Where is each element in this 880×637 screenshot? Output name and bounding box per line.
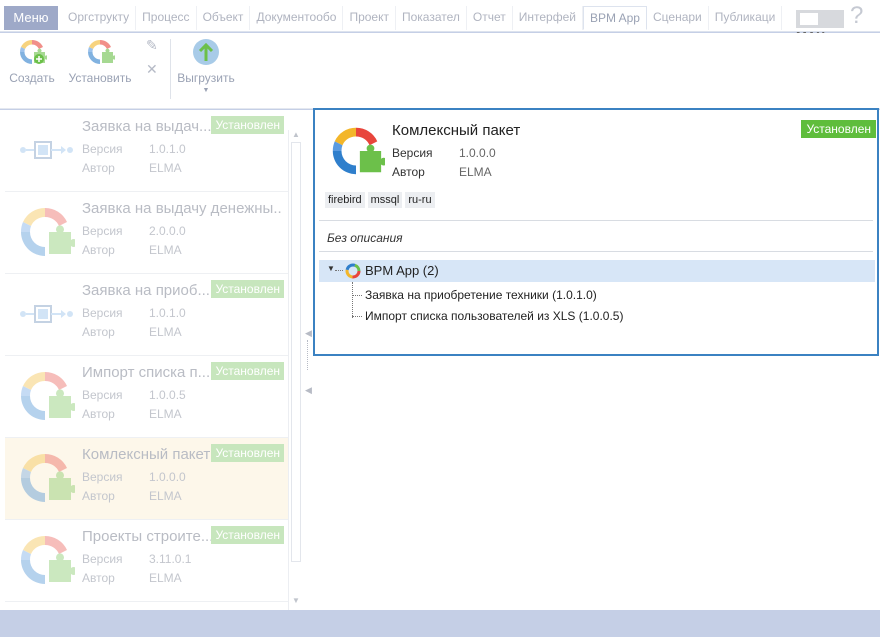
pane-splitter[interactable]: ◀ ◀	[303, 110, 312, 610]
list-item[interactable]: Импорт списка п... Установлен Версия 1.0.…	[5, 356, 288, 438]
divider	[319, 220, 873, 221]
create-package-icon	[19, 39, 47, 64]
install-package-icon	[87, 39, 115, 64]
list-item-selected[interactable]: Комлексный пакет Установлен Версия 1.0.0.…	[5, 438, 288, 520]
author-row: Автор ELMA	[82, 489, 182, 503]
status-badge: Установлен	[211, 526, 284, 544]
delete-x-icon[interactable]: ✕	[146, 61, 158, 78]
tag-list: firebird mssql ru-ru	[325, 192, 435, 208]
package-list: Заявка на выдач... Установлен Версия 1.0.…	[0, 110, 303, 610]
tab-documents[interactable]: Документообо	[250, 6, 344, 30]
tab-project[interactable]: Проект	[343, 6, 396, 30]
export-upload-icon	[193, 39, 219, 65]
package-detail-card: Комлексный пакет Установлен Версия 1.0.0.…	[313, 108, 879, 356]
tab-interface[interactable]: Интерфей	[513, 6, 583, 30]
author-row: Автор ELMA	[82, 243, 182, 257]
tree-connector	[352, 282, 353, 318]
collapse-left-icon[interactable]: ◀	[305, 385, 312, 396]
process-diagram-icon	[19, 141, 74, 159]
list-scrollbar[interactable]: ▲ ▼	[288, 130, 303, 610]
version-row: Версия 1.0.0.5	[82, 388, 186, 402]
bpm-package-icon	[20, 453, 75, 502]
tag: ru-ru	[405, 192, 435, 208]
tab-bpm-app[interactable]: BPM App	[582, 6, 647, 30]
bpm-package-icon	[20, 207, 75, 256]
scroll-thumb[interactable]	[291, 142, 301, 562]
author-row: Автор ELMA	[82, 407, 182, 421]
tree-child-label: Импорт списка пользователей из XLS (1.0.…	[365, 309, 624, 323]
version-row: Версия 1.0.0.0	[392, 146, 496, 160]
version-row: Версия 3.11.0.1	[82, 552, 192, 566]
status-badge: Установлен	[211, 444, 284, 462]
item-title: Заявка на выдачу денежны...	[82, 200, 282, 217]
list-item[interactable]: Заявка на выдач... Установлен Версия 1.0.…	[5, 110, 288, 192]
tab-object[interactable]: Объект	[197, 6, 251, 30]
scroll-up-icon[interactable]: ▲	[292, 130, 300, 139]
version-row: Версия 1.0.0.0	[82, 470, 186, 484]
tab-orgstructure[interactable]: Оргструкту	[62, 6, 137, 30]
bpm-package-icon	[20, 535, 75, 584]
list-item[interactable]: Заявка на выдачу денежны... Версия 2.0.0.…	[5, 192, 288, 274]
author-row: Автор ELMA	[392, 165, 492, 179]
bpm-app-icon	[345, 263, 361, 279]
list-item[interactable]: Заявка на приоб... Установлен Версия 1.0.…	[5, 274, 288, 356]
status-badge: Установлен	[211, 362, 284, 380]
section-tabs: Оргструкту Процесс Объект Документообо П…	[62, 6, 783, 30]
max-edition-badge: MAX	[796, 10, 844, 44]
version-row: Версия 1.0.1.0	[82, 142, 186, 156]
item-title: Импорт списка п...	[82, 364, 211, 381]
status-badge: Установлен	[211, 116, 284, 134]
toolbar-separator	[170, 39, 171, 99]
bpm-package-icon	[20, 371, 75, 420]
tree-root-node[interactable]: ▼ BPM App (2)	[319, 260, 875, 282]
collapse-left-icon[interactable]: ◀	[305, 328, 312, 339]
package-description: Без описания	[327, 231, 403, 245]
tag: mssql	[367, 192, 403, 208]
help-icon[interactable]: ?	[850, 2, 863, 30]
version-row: Версия 1.0.1.0	[82, 306, 186, 320]
create-button[interactable]: Создать	[8, 37, 56, 85]
tab-indicator[interactable]: Показател	[396, 6, 467, 30]
tree-child-label: Заявка на приобретение техники (1.0.1.0)	[365, 288, 597, 302]
author-row: Автор ELMA	[82, 571, 182, 585]
item-title: Комлексный пакет	[82, 446, 211, 463]
status-badge: Установлен	[801, 120, 876, 138]
menu-button[interactable]: Меню	[4, 6, 58, 30]
main-menu-bar: Меню Оргструкту Процесс Объект Документо…	[0, 0, 880, 44]
author-row: Автор ELMA	[82, 161, 182, 175]
export-dropdown-icon[interactable]: ▼	[176, 87, 236, 94]
item-title: Проекты строите...	[82, 528, 212, 545]
tree-root-label: BPM App (2)	[365, 263, 439, 278]
item-title: Заявка на приоб...	[82, 282, 210, 299]
status-bar	[0, 610, 880, 637]
install-button[interactable]: Установить	[66, 37, 134, 85]
tab-publications[interactable]: Публикаци	[709, 6, 783, 30]
edit-pencil-icon[interactable]: ✎	[146, 37, 158, 54]
bpm-package-icon	[332, 127, 385, 175]
item-title: Заявка на выдач...	[82, 118, 212, 135]
tab-report[interactable]: Отчет	[467, 6, 513, 30]
status-badge: Установлен	[211, 280, 284, 298]
tag: firebird	[325, 192, 365, 208]
tab-scenarios[interactable]: Сценари	[647, 6, 709, 30]
package-title: Комлексный пакет	[392, 122, 521, 139]
expand-arrow-icon[interactable]: ▼	[327, 264, 335, 273]
export-button[interactable]: Выгрузить ▼	[176, 37, 236, 94]
author-row: Автор ELMA	[82, 325, 182, 339]
version-row: Версия 2.0.0.0	[82, 224, 186, 238]
scroll-down-icon[interactable]: ▼	[292, 596, 300, 605]
toolbar: Создать Установить ✎ ✕ Выгрузить ▼	[0, 33, 880, 109]
splitter-grip[interactable]	[307, 340, 308, 370]
process-diagram-icon	[19, 305, 74, 323]
tab-process[interactable]: Процесс	[136, 6, 197, 30]
divider	[319, 251, 873, 252]
list-item[interactable]: Проекты строите... Установлен Версия 3.11…	[5, 520, 288, 602]
